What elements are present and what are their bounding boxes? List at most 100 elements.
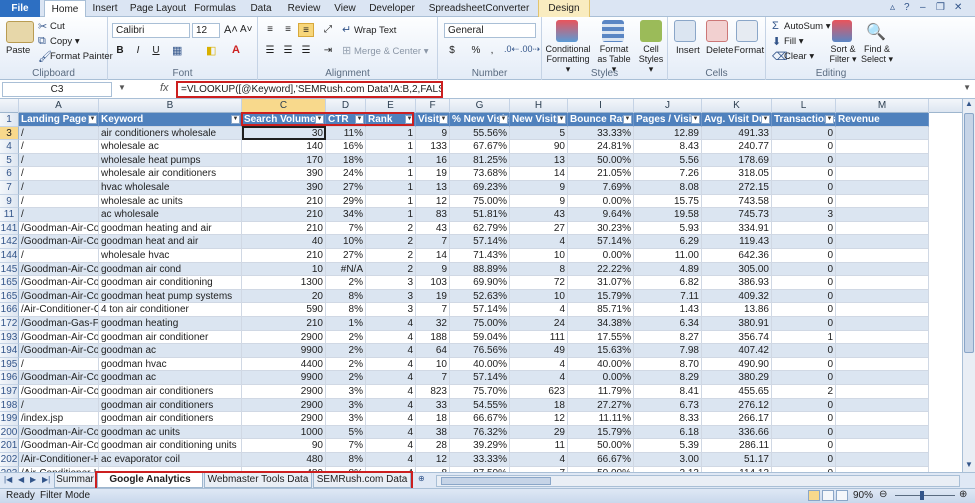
table-cell[interactable] xyxy=(836,194,929,209)
table-cell[interactable]: #N/A xyxy=(326,262,366,277)
table-cell[interactable]: 4 xyxy=(366,330,416,345)
table-cell[interactable]: 20 xyxy=(242,289,326,304)
table-cell[interactable]: / xyxy=(19,194,99,209)
table-cell[interactable] xyxy=(836,167,929,181)
table-cell[interactable]: 7.69% xyxy=(568,181,634,195)
table-cell[interactable]: 1 xyxy=(366,194,416,209)
table-cell[interactable]: /Goodman-Air-Conc xyxy=(19,289,99,304)
align-bottom-icon[interactable]: ≡ xyxy=(298,23,314,37)
table-cell[interactable]: 15.79% xyxy=(568,425,634,440)
table-cell[interactable]: 16 xyxy=(416,153,450,168)
table-cell[interactable]: 18 xyxy=(416,412,450,426)
table-cell[interactable]: 38 xyxy=(416,425,450,440)
table-cell[interactable]: 4 xyxy=(366,344,416,358)
table-cell[interactable]: 170 xyxy=(242,153,326,168)
table-cell[interactable]: 2900 xyxy=(242,385,326,399)
filter-dropdown-icon[interactable]: ▼ xyxy=(761,115,770,124)
column-header-b[interactable]: B xyxy=(99,99,242,113)
table-cell[interactable]: 4 xyxy=(366,385,416,399)
clear-button[interactable]: Clear ▾ xyxy=(784,51,814,62)
percent-button[interactable]: % xyxy=(468,44,484,58)
table-cell[interactable]: /index.jsp xyxy=(19,412,99,426)
table-cell[interactable]: 0 xyxy=(772,439,836,453)
table-cell[interactable]: 9900 xyxy=(242,371,326,385)
table-cell[interactable]: 133 xyxy=(416,140,450,154)
table-cell[interactable]: 8.43 xyxy=(634,140,702,154)
table-cell[interactable]: /Goodman-Air-Conc xyxy=(19,425,99,440)
row-header[interactable]: 200 xyxy=(0,425,19,440)
table-cell[interactable]: 15.75 xyxy=(634,194,702,209)
table-cell[interactable]: / xyxy=(19,140,99,154)
table-cell[interactable]: 7.11 xyxy=(634,289,702,304)
delete-button[interactable]: Delete xyxy=(706,45,733,56)
table-cell[interactable]: 40.00% xyxy=(450,357,510,372)
table-cell[interactable]: 43 xyxy=(416,221,450,236)
vertical-scroll-thumb[interactable] xyxy=(964,113,974,353)
table-cell[interactable]: 28 xyxy=(416,439,450,453)
table-header-cell[interactable]: Rank ▼ xyxy=(366,113,416,127)
table-cell[interactable]: 490.90 xyxy=(702,357,772,372)
number-format-select[interactable]: General xyxy=(444,23,536,38)
row-header[interactable]: 4 xyxy=(0,140,19,154)
table-cell[interactable]: 0 xyxy=(772,398,836,413)
table-cell[interactable]: 1% xyxy=(326,317,366,331)
table-cell[interactable]: 67.67% xyxy=(450,140,510,154)
table-cell[interactable]: 85.71% xyxy=(568,303,634,317)
table-cell[interactable]: 3 xyxy=(366,289,416,304)
table-cell[interactable]: 3% xyxy=(326,412,366,426)
table-cell[interactable]: 75.70% xyxy=(450,385,510,399)
table-cell[interactable] xyxy=(836,439,929,453)
table-cell[interactable]: 642.36 xyxy=(702,249,772,263)
font-size-select[interactable]: 12 xyxy=(192,23,220,38)
table-cell[interactable]: 7 xyxy=(416,303,450,317)
grow-font-icon[interactable]: A˄ xyxy=(224,24,238,36)
table-cell[interactable]: 334.91 xyxy=(702,221,772,236)
merge-center-button[interactable]: Merge & Center ▾ xyxy=(354,46,428,57)
table-cell[interactable]: 0 xyxy=(772,412,836,426)
table-cell[interactable]: 75.00% xyxy=(450,317,510,331)
table-cell[interactable]: 0 xyxy=(772,194,836,209)
table-cell[interactable]: 13.86 xyxy=(702,303,772,317)
table-cell[interactable]: air conditioners wholesale xyxy=(99,126,242,141)
italic-button[interactable]: I xyxy=(130,44,146,58)
table-cell[interactable]: 51.81% xyxy=(450,208,510,222)
column-header-g[interactable]: G xyxy=(450,99,510,113)
table-cell[interactable]: 286.11 xyxy=(702,439,772,453)
table-cell[interactable]: /Goodman-Air-Conc xyxy=(19,235,99,249)
sheet-tab-summary[interactable]: Summar xyxy=(54,473,96,488)
table-cell[interactable] xyxy=(836,330,929,345)
fill-button[interactable]: Fill ▾ xyxy=(784,36,804,47)
row-header[interactable]: 3 xyxy=(0,126,19,141)
filter-dropdown-icon[interactable]: ▼ xyxy=(405,115,414,124)
table-cell[interactable]: 8% xyxy=(326,289,366,304)
table-cell[interactable]: 0 xyxy=(772,140,836,154)
format-button[interactable]: Format xyxy=(734,45,764,56)
table-cell[interactable]: 4 xyxy=(510,235,568,249)
table-cell[interactable]: /Air-Conditioner-Co xyxy=(19,303,99,317)
table-cell[interactable]: 75.00% xyxy=(450,194,510,209)
table-cell[interactable]: 6.34 xyxy=(634,317,702,331)
table-cell[interactable]: 7% xyxy=(326,221,366,236)
increase-decimal-icon[interactable]: .0⇠ xyxy=(504,44,519,55)
table-cell[interactable] xyxy=(836,453,929,467)
table-cell[interactable]: 2900 xyxy=(242,330,326,345)
table-cell[interactable]: 4400 xyxy=(242,357,326,372)
table-cell[interactable]: 7% xyxy=(326,439,366,453)
table-cell[interactable] xyxy=(836,425,929,440)
table-cell[interactable]: 0 xyxy=(772,276,836,290)
currency-button[interactable]: $ xyxy=(444,44,460,58)
format-as-table-icon[interactable] xyxy=(602,20,624,42)
table-cell[interactable]: /Goodman-Air-Conc xyxy=(19,330,99,345)
row-header[interactable]: 201 xyxy=(0,439,19,453)
table-header-cell[interactable]: New Visits ▼ xyxy=(510,113,568,127)
name-box[interactable]: C3 xyxy=(2,82,112,97)
table-cell[interactable]: 6.82 xyxy=(634,276,702,290)
table-cell[interactable]: 8 xyxy=(510,262,568,277)
table-cell[interactable]: 11% xyxy=(326,126,366,141)
table-cell[interactable]: 4 ton air conditioner xyxy=(99,303,242,317)
table-cell[interactable]: 356.74 xyxy=(702,330,772,345)
table-cell[interactable]: ac wholesale xyxy=(99,208,242,222)
align-right-icon[interactable]: ☰ xyxy=(298,44,314,58)
minimize-ribbon-icon[interactable]: ▵ xyxy=(890,2,895,13)
table-cell[interactable]: 17.55% xyxy=(568,330,634,345)
